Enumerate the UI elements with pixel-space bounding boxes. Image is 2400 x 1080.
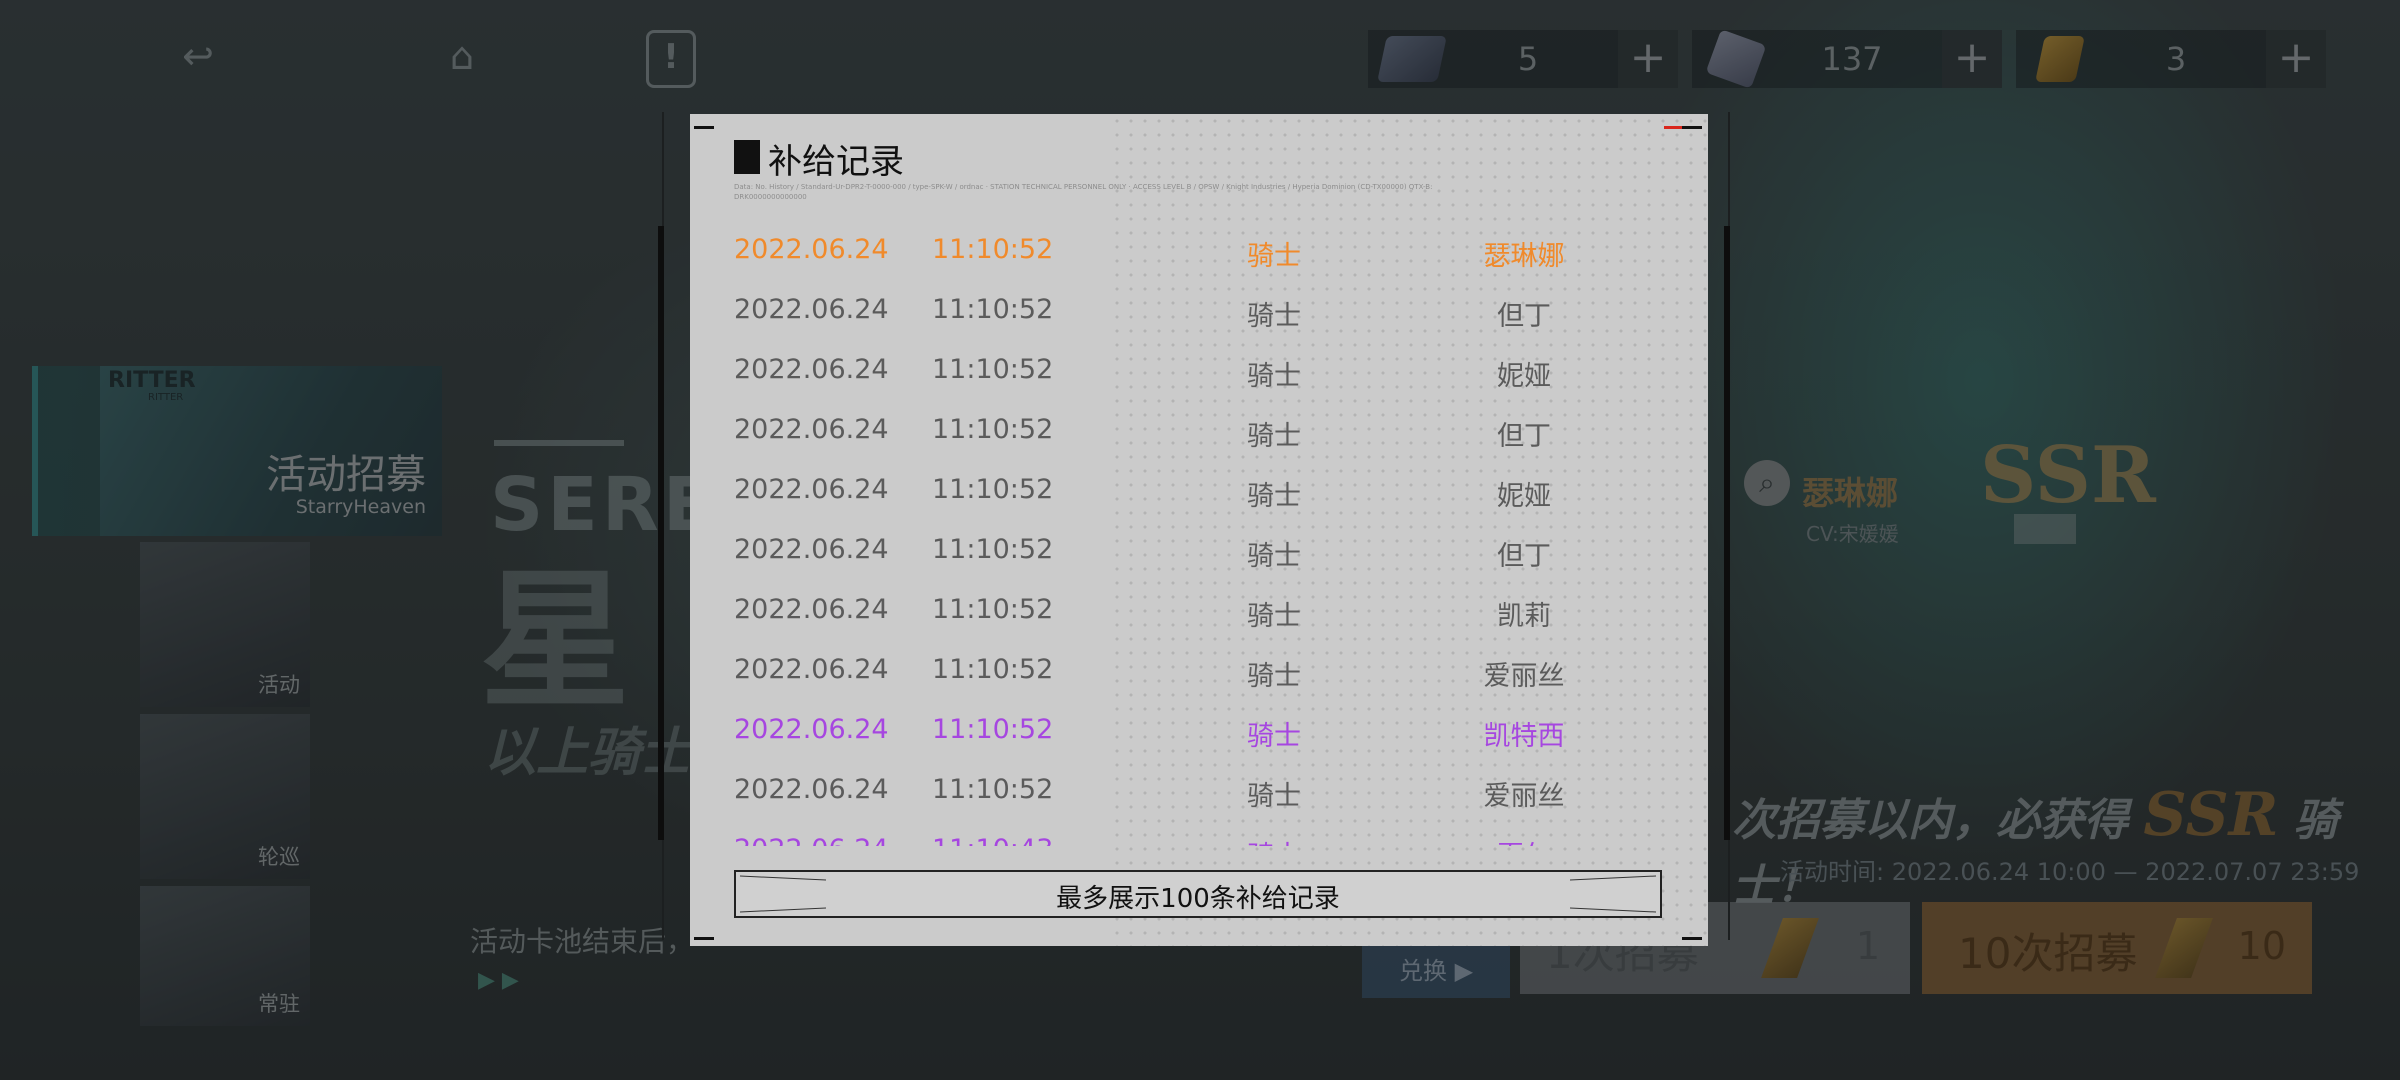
- record-name: 爱丽丝: [1483, 781, 1565, 812]
- record-row: 2022.06.24 11:10:52 骑士 爱丽丝: [734, 644, 1654, 704]
- record-row: 2022.06.24 11:10:52 骑士 凯特西: [734, 704, 1654, 764]
- close-mark[interactable]: [1664, 126, 1682, 129]
- record-row: 2022.06.24 11:10:52 骑士 凯莉: [734, 584, 1654, 644]
- corner-mark: [1682, 126, 1702, 129]
- record-type: 骑士: [1247, 661, 1301, 692]
- modal-rail-right: [1724, 226, 1730, 840]
- record-name: 凯特西: [1483, 721, 1565, 752]
- title-marker: [734, 140, 760, 174]
- record-time: 11:10:52: [932, 234, 1054, 265]
- record-date: 2022.06.24: [734, 294, 889, 325]
- record-time: 11:10:43: [932, 834, 1053, 846]
- record-date: 2022.06.24: [734, 834, 889, 846]
- record-date: 2022.06.24: [734, 534, 889, 565]
- record-row: 2022.06.24 11:10:52 骑士 但丁: [734, 284, 1654, 344]
- record-date: 2022.06.24: [734, 654, 889, 685]
- record-row: 2022.06.24 11:10:52 骑士 瑟琳娜: [734, 224, 1654, 284]
- record-time: 11:10:52: [932, 714, 1054, 745]
- record-time: 11:10:52: [932, 594, 1054, 625]
- record-time: 11:10:52: [932, 474, 1054, 505]
- record-row: 2022.06.24 11:10:52 骑士 爱丽丝: [734, 764, 1654, 824]
- corner-mark: [694, 126, 714, 129]
- record-type: 骑士: [1247, 601, 1301, 632]
- record-type: 骑士: [1247, 541, 1301, 572]
- record-time: 11:10:52: [932, 414, 1054, 445]
- record-time: 11:10:52: [932, 774, 1054, 805]
- corner-mark: [694, 937, 714, 940]
- modal-rail-left: [658, 226, 664, 840]
- record-time: 11:10:52: [932, 534, 1054, 565]
- record-type: 骑士: [1247, 781, 1301, 812]
- record-type: 骑士: [1247, 361, 1301, 392]
- record-type: 骑士: [1247, 481, 1301, 512]
- record-type: 骑士: [1247, 721, 1301, 752]
- corner-mark: [1682, 937, 1702, 940]
- record-name: 但丁: [1497, 541, 1551, 572]
- record-date: 2022.06.24: [734, 354, 889, 385]
- record-row: 2022.06.24 11:10:52 骑士 但丁: [734, 404, 1654, 464]
- footer-deco-right: [1570, 875, 1657, 913]
- record-name: 夏句: [1464, 834, 1584, 846]
- record-name: 妮娅: [1497, 481, 1551, 512]
- record-name: 凯莉: [1497, 601, 1551, 632]
- record-name: 爱丽丝: [1483, 661, 1565, 692]
- record-row: 2022.06.24 11:10:52 骑士 但丁: [734, 524, 1654, 584]
- record-date: 2022.06.24: [734, 474, 889, 505]
- dialog-title: 补给记录: [768, 142, 904, 182]
- record-date: 2022.06.24: [734, 714, 889, 745]
- record-name: 但丁: [1497, 301, 1551, 332]
- record-time: 11:10:52: [932, 354, 1054, 385]
- record-type: 骑士: [1247, 301, 1301, 332]
- record-type: 骑士: [1247, 421, 1301, 452]
- record-time: 11:10:52: [932, 654, 1054, 685]
- record-date: 2022.06.24: [734, 414, 889, 445]
- supply-record-dialog: 补给记录 Data: No. History / Standard-Ur-DPR…: [690, 114, 1708, 946]
- record-date: 2022.06.24: [734, 594, 889, 625]
- footer-note-bar: 最多展示100条补给记录: [734, 870, 1662, 918]
- record-date: 2022.06.24: [734, 774, 889, 805]
- record-row: 2022.06.24 11:10:52 骑士 妮娅: [734, 344, 1654, 404]
- footer-text: 最多展示100条补给记录: [1056, 884, 1340, 914]
- record-name: 瑟琳娜: [1483, 241, 1565, 272]
- record-row: 2022.06.24 11:10:43 骑士 夏句: [734, 824, 1654, 846]
- record-name: 但丁: [1497, 421, 1551, 452]
- record-name: 妮娅: [1497, 361, 1551, 392]
- record-type: 骑士: [1244, 834, 1304, 846]
- fine-print: Data: No. History / Standard-Ur-DPR2-T-0…: [734, 183, 1433, 201]
- record-time: 11:10:52: [932, 294, 1054, 325]
- record-list[interactable]: 2022.06.24 11:10:52 骑士 瑟琳娜 2022.06.24 11:10:5…: [734, 224, 1654, 846]
- record-date: 2022.06.24: [734, 234, 889, 265]
- record-type: 骑士: [1247, 241, 1301, 272]
- record-row: 2022.06.24 11:10:52 骑士 妮娅: [734, 464, 1654, 524]
